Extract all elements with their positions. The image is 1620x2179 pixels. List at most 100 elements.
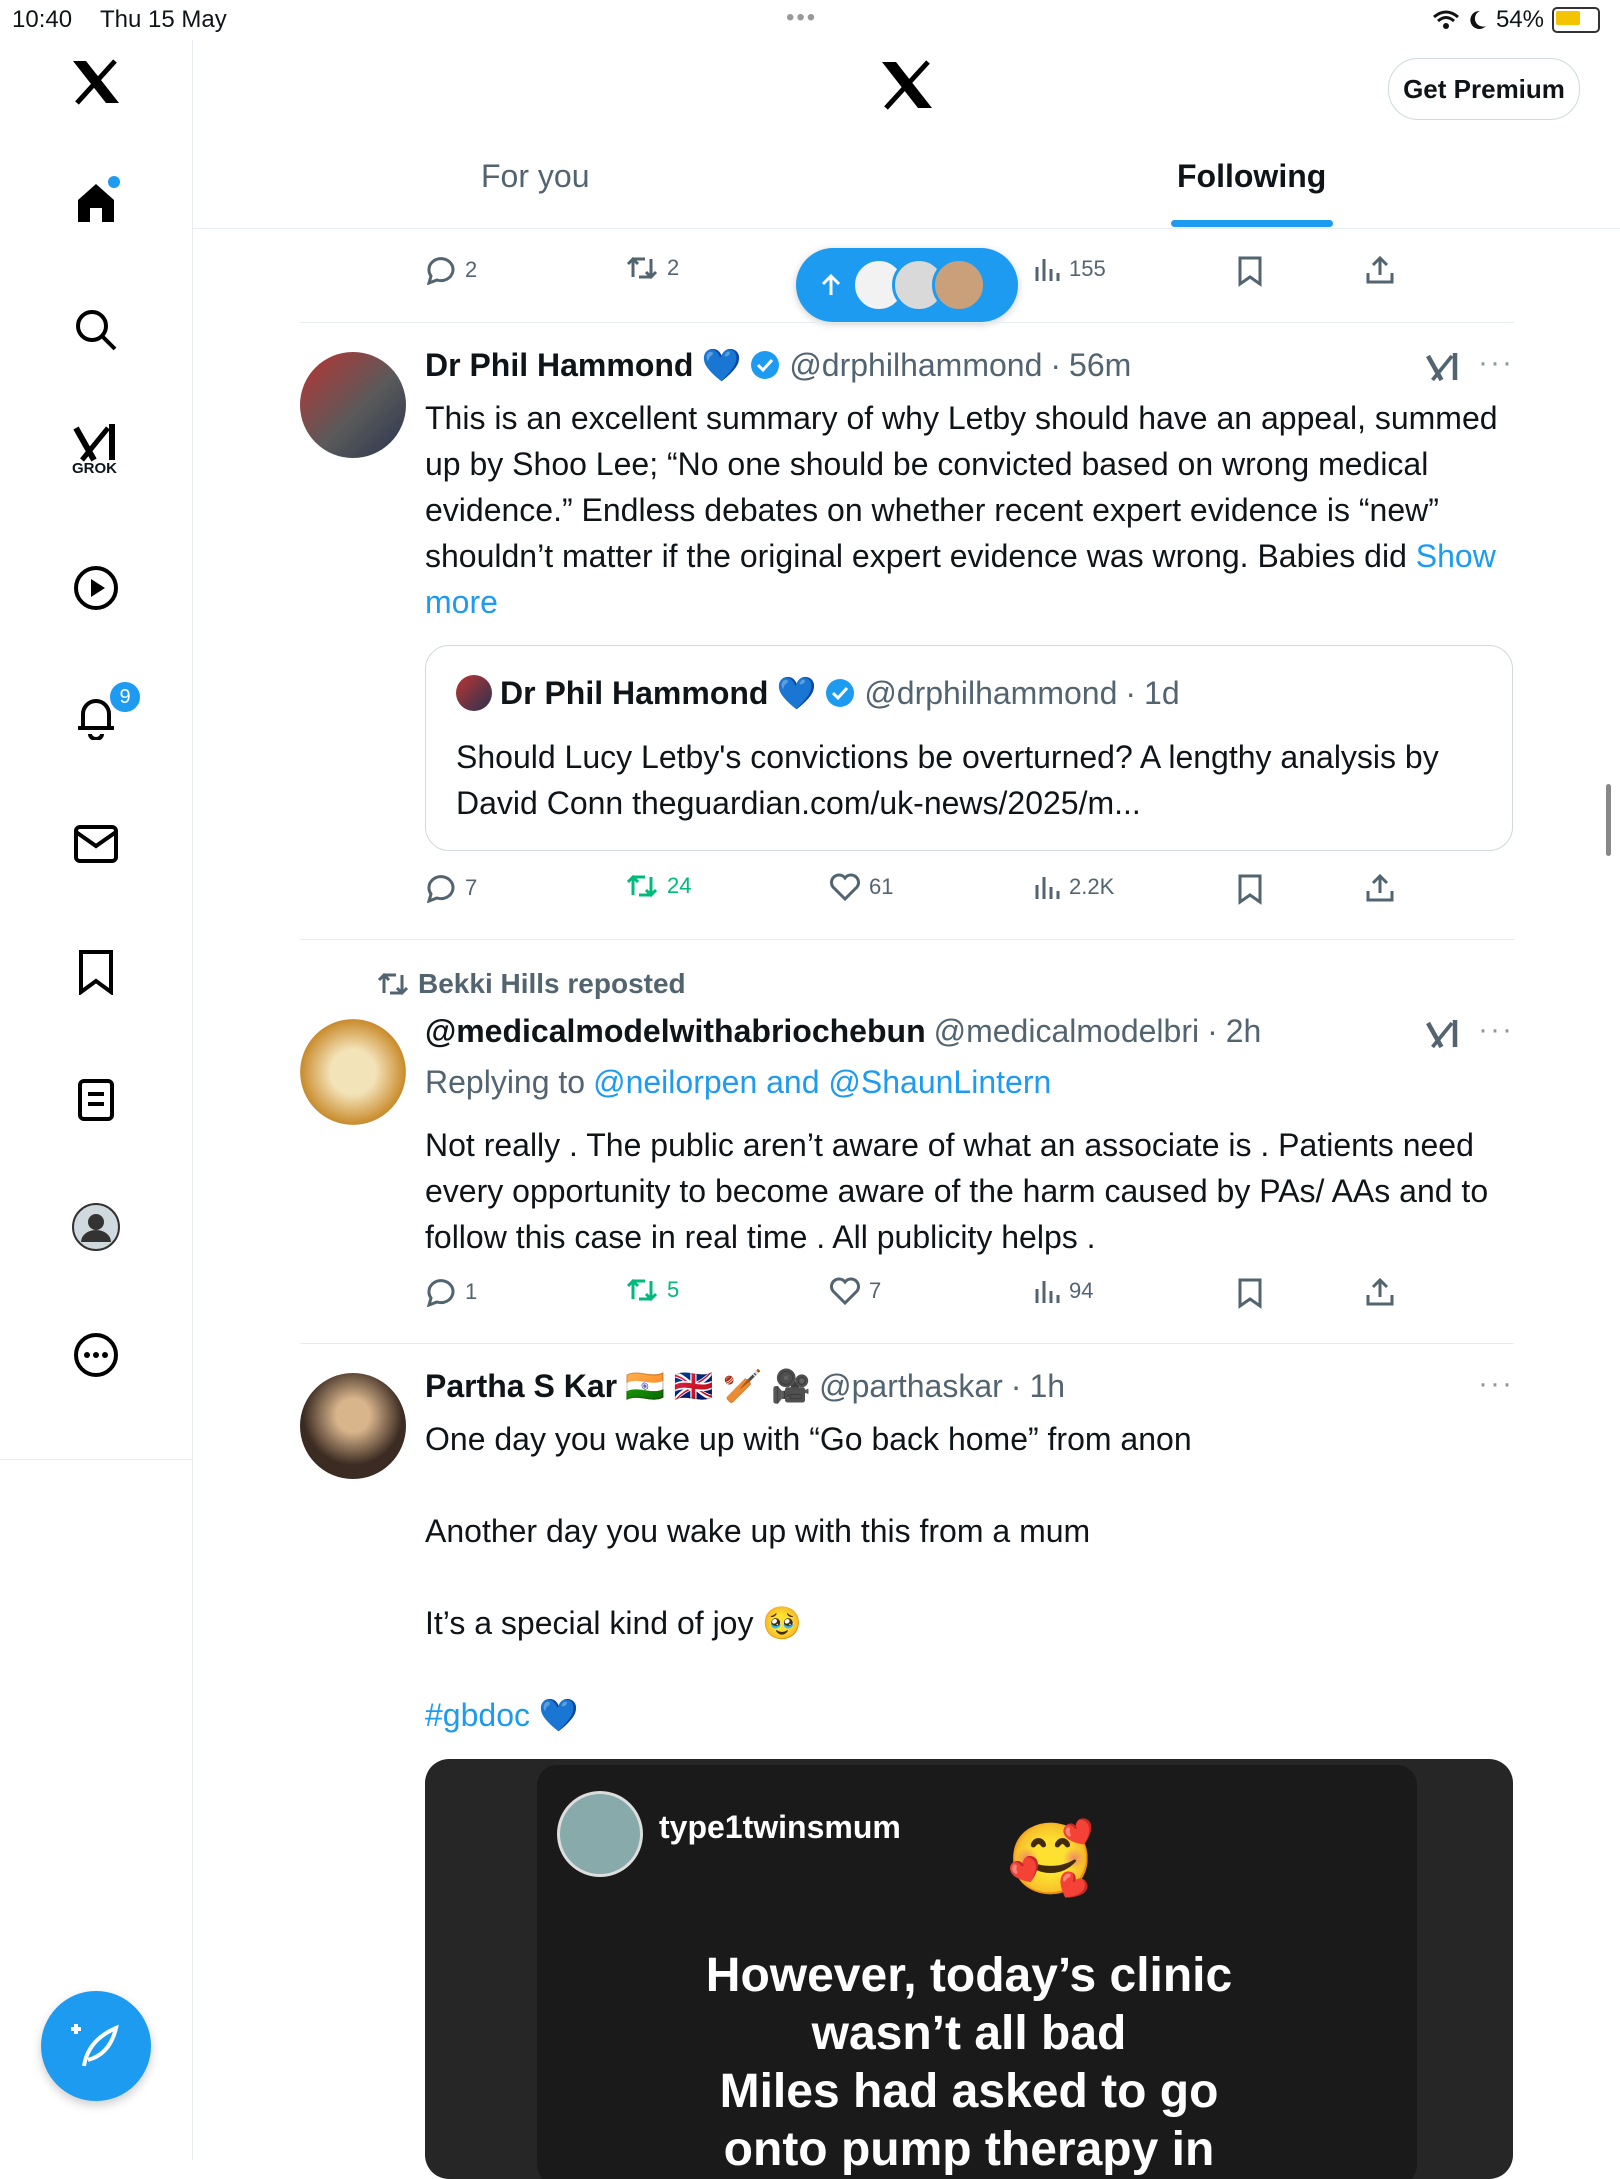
quote-handle: @drphilhammond: [864, 674, 1118, 711]
views-icon: [1035, 259, 1060, 281]
bookmark-icon: [1238, 1278, 1262, 1309]
tab-for-you[interactable]: For you: [481, 158, 589, 195]
tab-following[interactable]: Following: [1177, 158, 1326, 195]
more-icon[interactable]: ···: [1478, 346, 1514, 380]
dot-separator: ·: [1050, 346, 1062, 383]
quote-avatar: [456, 675, 492, 711]
author-handle[interactable]: @medicalmodelbri: [934, 1013, 1199, 1050]
reply-icon: [426, 1279, 455, 1307]
bookmark-button[interactable]: [1237, 255, 1263, 287]
bookmark-button[interactable]: [1237, 873, 1263, 905]
profile-icon[interactable]: [64, 1195, 128, 1259]
compose-post-button[interactable]: [41, 1991, 151, 2101]
grok-explain-icon[interactable]: [1425, 350, 1461, 386]
bookmark-icon: [1238, 256, 1262, 287]
author-handle[interactable]: @drphilhammond: [789, 347, 1042, 384]
quoted-tweet[interactable]: Dr Phil Hammond 💙 @drphilhammond · 1d Sh…: [425, 645, 1513, 851]
tweet-media[interactable]: type1twinsmum 🥰 However, today’s clinic …: [425, 1759, 1513, 2179]
more-options-icon[interactable]: [64, 1323, 128, 1387]
avatar[interactable]: [300, 1019, 406, 1125]
reply-button[interactable]: 1: [425, 1277, 477, 1307]
tweet-actions: 7 24 61 2.2K: [425, 873, 1425, 913]
verified-badge-icon: [826, 679, 855, 707]
tweet-actions: 1 5 7 94: [425, 1277, 1425, 1317]
tweet-text: This is an excellent summary of why Letb…: [425, 400, 1498, 620]
grok-icon[interactable]: GROK: [64, 420, 128, 484]
views-button[interactable]: 2.2K: [1033, 873, 1114, 901]
quote-time: 1d: [1144, 674, 1180, 711]
scrollbar[interactable]: [1606, 784, 1611, 856]
author-handle[interactable]: @parthaskar: [819, 1368, 1003, 1405]
search-icon[interactable]: [64, 298, 128, 362]
share-button[interactable]: [1365, 1277, 1395, 1307]
tweet-text: One day you wake up with “Go back home” …: [425, 1416, 1515, 1738]
share-button[interactable]: [1365, 873, 1395, 903]
notifications-icon[interactable]: 9: [64, 680, 142, 748]
repost-icon: [626, 256, 658, 280]
timeline-header: Get Premium For you Following: [193, 40, 1620, 229]
get-premium-button[interactable]: Get Premium: [1388, 58, 1580, 120]
reply-button[interactable]: 2: [425, 255, 477, 285]
story-username: type1twinsmum: [659, 1809, 901, 1845]
story-emoji: 🥰: [1007, 1820, 1095, 1898]
repost-button[interactable]: 2: [625, 255, 679, 281]
tweet-time[interactable]: 2h: [1226, 1013, 1262, 1050]
lists-icon[interactable]: [64, 1068, 128, 1132]
tweet-header: Partha S Kar 🇮🇳 🇬🇧 🏏 🎥 @parthaskar · 1h: [425, 1367, 1065, 1405]
repost-icon: [377, 972, 409, 996]
repost-indicator: Bekki Hills reposted: [376, 968, 686, 1000]
notifications-badge: 9: [108, 680, 142, 714]
moon-icon: [1470, 10, 1486, 29]
hashtag-link[interactable]: #gbdoc: [425, 1697, 530, 1733]
multitask-dots-icon[interactable]: •••: [786, 4, 817, 32]
heart-emoji: 💙: [776, 675, 817, 711]
tab-underline: [1171, 220, 1333, 227]
tweet-text: Not really . The public aren’t aware of …: [425, 1127, 1489, 1255]
quote-author-name: Dr Phil Hammond: [500, 674, 769, 711]
tweet-separator: [300, 1343, 1514, 1344]
views-button[interactable]: 94: [1033, 1277, 1093, 1305]
video-icon[interactable]: [64, 556, 128, 620]
avatar[interactable]: [300, 352, 406, 458]
heart-outline-icon: [830, 1277, 860, 1305]
status-right: 54%: [1432, 6, 1600, 34]
more-icon[interactable]: ···: [1478, 1013, 1514, 1047]
tweet-line: One day you wake up with “Go back home” …: [425, 1421, 1192, 1457]
author-name[interactable]: @medicalmodelwithabriochebun: [425, 1013, 926, 1050]
tweet-time[interactable]: 56m: [1069, 347, 1131, 384]
like-button[interactable]: 61: [829, 873, 893, 901]
reply-button[interactable]: 7: [425, 873, 477, 903]
tweet-header: Dr Phil Hammond 💙 @drphilhammond · 56m: [425, 346, 1131, 384]
views-button[interactable]: 155: [1033, 255, 1106, 283]
tweet-actions: 2 2 155: [425, 255, 1425, 295]
tweet-time[interactable]: 1h: [1029, 1368, 1065, 1405]
battery-icon: [1552, 7, 1600, 33]
more-icon[interactable]: ···: [1478, 1367, 1514, 1401]
share-button[interactable]: [1365, 255, 1395, 285]
home-icon[interactable]: [64, 170, 128, 234]
bookmark-button[interactable]: [1237, 1277, 1263, 1309]
share-icon: [1366, 1277, 1394, 1306]
bookmarks-icon[interactable]: [64, 940, 128, 1004]
story-avatar: [557, 1791, 643, 1877]
grok-explain-icon[interactable]: [1425, 1017, 1461, 1053]
author-name[interactable]: Partha S Kar: [425, 1368, 617, 1405]
messages-icon[interactable]: [64, 812, 128, 876]
heart-emoji: 💙: [701, 347, 742, 383]
repost-button[interactable]: 5: [625, 1277, 679, 1303]
x-logo-icon[interactable]: [64, 50, 128, 114]
repost-button[interactable]: 24: [625, 873, 691, 899]
tweet-line: Another day you wake up with this from a…: [425, 1513, 1091, 1549]
tweet-line: It’s a special kind of joy 🥹: [425, 1605, 803, 1641]
avatar[interactable]: [300, 1373, 406, 1479]
repost-icon: [626, 874, 658, 898]
replying-to-link[interactable]: @neilorpen and @ShaunLintern: [593, 1064, 1051, 1101]
like-button[interactable]: 7: [829, 1277, 881, 1305]
heart-emoji: 💙: [538, 1697, 579, 1733]
x-logo-header-icon[interactable]: [880, 60, 934, 115]
author-name[interactable]: Dr Phil Hammond: [425, 347, 693, 384]
dot-separator: ·: [1010, 1367, 1022, 1404]
status-bar: 10:40 Thu 15 May ••• 54%: [0, 0, 1620, 40]
repost-label[interactable]: Bekki Hills reposted: [418, 968, 686, 1000]
views-icon: [1035, 1281, 1060, 1303]
